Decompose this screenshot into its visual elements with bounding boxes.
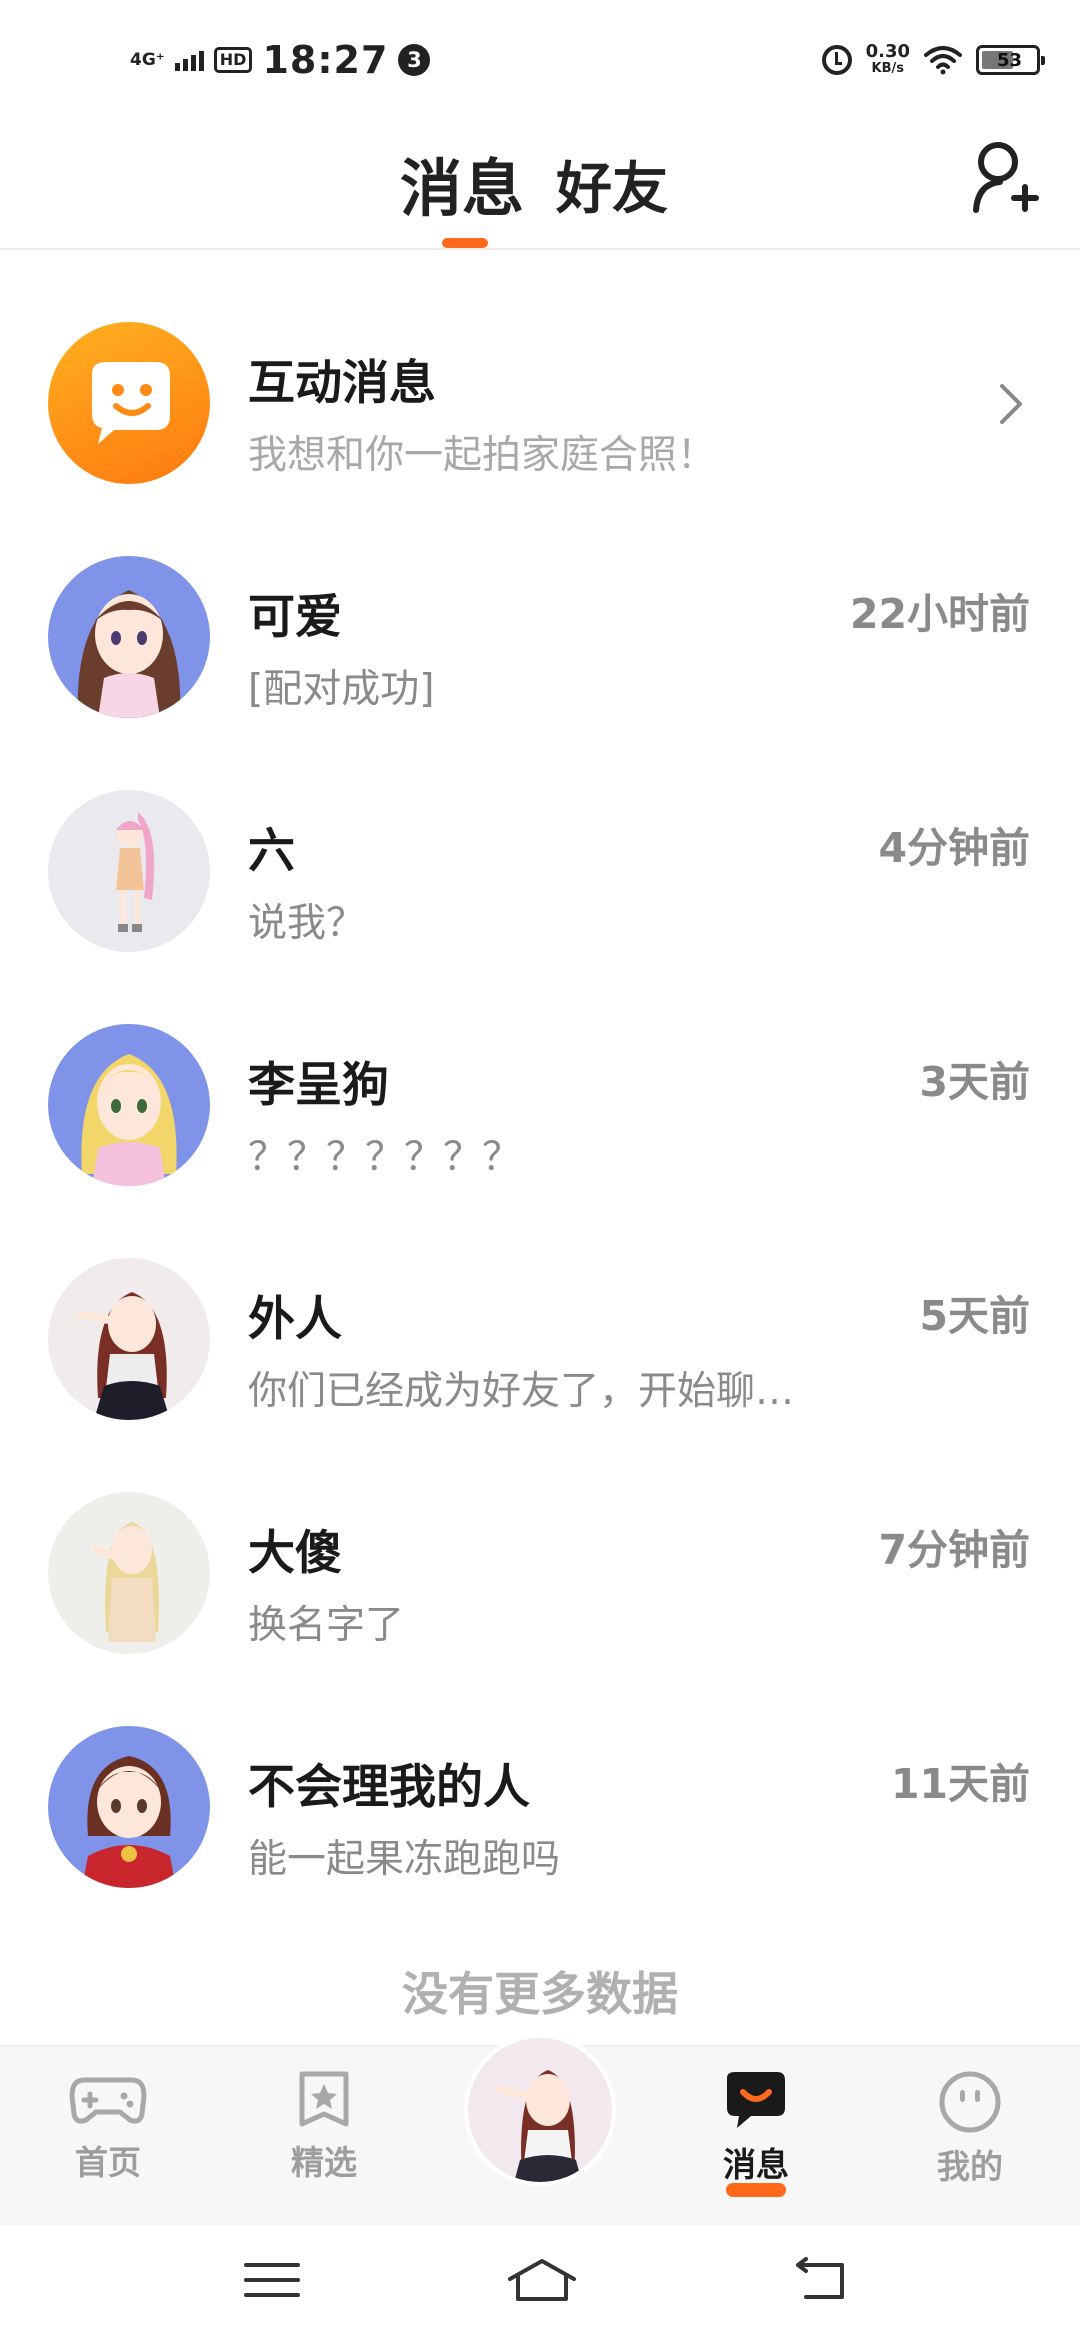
conversation-preview: ？？？？？？？ [248,1135,522,1180]
alarm-icon [821,45,852,75]
conversation-item[interactable]: 不会理我的人 能一起果冻跑跑吗 11天前 [0,1666,1080,1900]
nav-mine-label: 我的 [937,2147,1003,2186]
bottom-nav-bar: 首页 精选 消息 我的 [0,2034,1080,2225]
signal-icon [174,49,204,71]
anime-avatar [48,790,210,952]
add-person-icon [973,142,1039,213]
conversation-item-interactive[interactable]: 互动消息 我想和你一起拍家庭合照！ [0,262,1080,496]
network-speed-value: 0.30 [865,41,910,62]
status-bar: 4G⁺ HD 18:27 3 0.30 KB/s 53 [0,0,1080,110]
conversation-name: 大傻 [248,1526,342,1581]
conversation-item[interactable]: 可爱 [配对成功] 22小时前 [0,496,1080,730]
conversation-preview: 能一起果冻跑跑吗 [248,1837,561,1882]
add-friend-button[interactable] [970,140,1040,216]
conversation-name: 外人 [248,1292,342,1347]
anime-avatar [48,1726,210,1888]
status-right: 0.30 KB/s 53 [821,36,1045,84]
conversation-time: 7分钟前 [878,1526,1030,1574]
smiley-face-icon [939,2071,1001,2133]
conversation-item[interactable]: 六 说我？ 4分钟前 [0,730,1080,964]
conversation-name: 不会理我的人 [248,1760,530,1815]
chevron-right-icon [1000,384,1022,424]
top-tab-bar: 消息 好友 [0,110,1080,250]
conversation-preview: 换名字了 [248,1603,405,1648]
conversation-preview: 我想和你一起拍家庭合照！ [248,433,717,478]
system-navigation-bar [0,2225,1080,2340]
conversation-time: 4分钟前 [878,824,1030,872]
wifi-icon [924,45,962,75]
nav-home[interactable]: 首页 [38,2070,178,2184]
nav-active-indicator [726,2183,786,2197]
back-icon[interactable] [792,2255,852,2305]
star-tag-icon [299,2071,349,2127]
menu-icon[interactable] [242,2255,302,2305]
conversation-preview: 你们已经成为好友了，开始聊… [248,1369,795,1414]
message-bubble-icon [727,2072,785,2128]
network-speed-unit: KB/s [871,61,905,76]
interactive-message-icon [48,322,210,484]
conversation-preview: [配对成功] [248,667,435,712]
anime-avatar [48,1492,210,1654]
clock: 18:27 [262,38,389,82]
conversation-time: 22小时前 [849,590,1030,638]
nav-home-label: 首页 [75,2143,141,2182]
conversation-item[interactable]: 李呈狗 ？？？？？？？ 3天前 [0,964,1080,1198]
conversation-name: 李呈狗 [248,1058,389,1113]
nav-messages[interactable]: 消息 [686,2070,826,2186]
conversation-name: 互动消息 [248,356,436,411]
conversation-list: 互动消息 我想和你一起拍家庭合照！ 可爱 [配对成功] 22小时前 六 说我？ … [0,262,1080,1900]
center-avatar-button[interactable] [464,2034,616,2186]
conversation-item[interactable]: 大傻 换名字了 7分钟前 [0,1432,1080,1666]
tab-friends[interactable]: 好友 [556,144,668,225]
network-type: 4G⁺ [130,50,165,70]
anime-avatar [496,2070,582,2182]
tab-messages[interactable]: 消息 [400,138,524,228]
active-tab-indicator [442,238,488,248]
notification-count-badge: 3 [398,44,431,76]
battery-icon: 53 [976,45,1045,75]
conversation-item[interactable]: 外人 你们已经成为好友了，开始聊… 5天前 [0,1198,1080,1432]
anime-avatar [48,1258,210,1420]
status-left: 4G⁺ HD 18:27 3 [130,36,431,84]
nav-mine[interactable]: 我的 [900,2070,1040,2188]
conversation-name: 六 [248,824,295,879]
conversation-preview: 说我？ [248,901,366,946]
home-icon[interactable] [506,2255,578,2305]
conversation-time: 5天前 [919,1292,1030,1340]
anime-avatar [48,556,210,718]
gamepad-icon [69,2077,147,2124]
conversation-name: 可爱 [248,590,342,645]
nav-messages-label: 消息 [723,2145,789,2184]
conversation-time: 3天前 [919,1058,1030,1106]
network-speed: 0.30 KB/s [866,43,910,77]
nav-featured-label: 精选 [291,2143,357,2182]
hd-badge: HD [213,47,253,73]
no-more-data-label: 没有更多数据 [402,1967,678,2021]
anime-avatar [48,1024,210,1186]
conversation-time: 11天前 [890,1760,1030,1808]
nav-featured[interactable]: 精选 [254,2070,394,2184]
battery-level: 53 [996,49,1023,71]
